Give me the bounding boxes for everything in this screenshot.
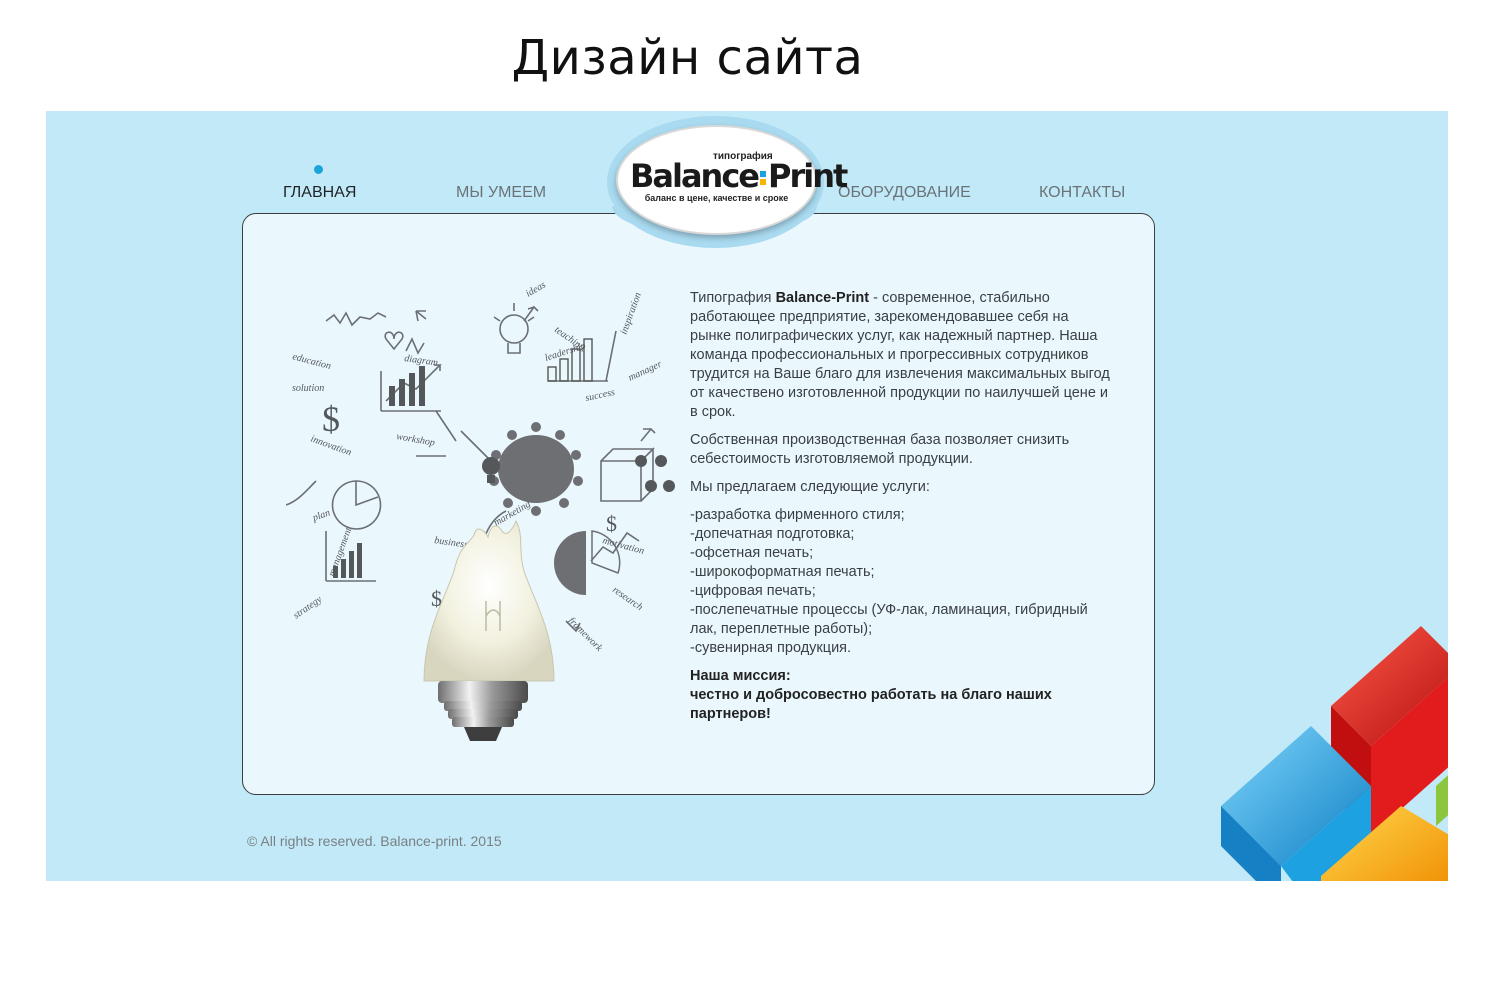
intro-rest: - современное, стабильно работающее пред…	[690, 290, 1110, 420]
mission-text: честно и добросовестно работать на благо…	[690, 687, 1052, 722]
list-item: -офсетная печать;	[690, 545, 814, 561]
heart-doodle	[384, 331, 404, 351]
logo-tagline: баланс в цене, качестве и сроке	[644, 193, 789, 203]
nav-item-services[interactable]: МЫ УМЕЕМ	[456, 184, 546, 202]
intro-prefix: Типография	[690, 290, 776, 306]
small-bulb-doodle	[499, 314, 529, 344]
wave-line-doodle	[325, 311, 387, 327]
doodle-word: diagram	[404, 353, 439, 369]
services-list: -разработка фирменного стиля; -допечатна…	[690, 506, 1110, 658]
list-item: -цифровая печать;	[690, 583, 816, 599]
doodle-word: strategy	[291, 594, 324, 622]
pie-chart-icon	[554, 531, 586, 595]
doodle-word: inspiration	[618, 291, 643, 336]
small-bulb-doodle	[482, 457, 500, 475]
mission: Наша миссия: честно и добросовестно рабо…	[690, 667, 1110, 724]
list-item: -послепечатные процессы (УФ-лак, ламинац…	[690, 602, 1088, 637]
people-circle-icon	[498, 435, 574, 503]
doodle-word: workshop	[395, 431, 435, 449]
offer-paragraph: Мы предлагаем следующие услуги:	[690, 479, 930, 495]
doodle-word: framework	[566, 615, 605, 654]
arrow-icon	[286, 480, 317, 506]
footer-copyright: © All rights reserved. Balance-print. 20…	[247, 833, 502, 849]
logo[interactable]: типография Balance Print баланс в цене, к…	[616, 125, 848, 235]
logo-color-squares-icon	[760, 169, 766, 187]
lightbulb-illustration: $ $ $ ideas teaching education diagram l…	[286, 281, 675, 741]
list-item: -разработка фирменного стиля;	[690, 507, 905, 523]
logo-brand-right: Print	[768, 157, 848, 195]
doodle-word: research	[610, 584, 644, 613]
active-nav-indicator	[314, 165, 323, 174]
intro-paragraph: Типография Balance-Print - современное, …	[690, 289, 1110, 422]
logo-brand-left: Balance	[630, 157, 760, 195]
doodle-word: ideas	[524, 281, 548, 300]
zigzag-doodle	[405, 337, 425, 355]
slide-title: Дизайн сайта	[511, 30, 864, 86]
lightbulb-icon	[423, 519, 555, 741]
logo-wordmark: Balance Print	[630, 157, 848, 195]
dollar-icon: $	[606, 511, 617, 536]
cubes-decoration	[1221, 626, 1448, 881]
nav-item-home[interactable]: ГЛАВНАЯ	[283, 184, 356, 202]
pie-chart-icon	[331, 480, 382, 530]
arrow-icon	[415, 310, 427, 322]
list-item: -допечатная подготовка;	[690, 526, 855, 542]
nav-item-equipment[interactable]: ОБОРУДОВАНИЕ	[838, 184, 971, 202]
doodle-word: success	[584, 387, 616, 404]
website-mockup: ГЛАВНАЯ МЫ УМЕЕМ ОБОРУДОВАНИЕ КОНТАКТЫ т…	[46, 111, 1448, 881]
about-text: Типография Balance-Print - современное, …	[690, 289, 1110, 733]
nav-item-contacts[interactable]: КОНТАКТЫ	[1039, 184, 1125, 202]
doodle-word: plan	[310, 507, 331, 524]
doodle-word: education	[291, 351, 332, 372]
doodle-word: manager	[627, 359, 664, 384]
intro-brand: Balance-Print	[775, 290, 870, 306]
list-item: -широкоформатная печать;	[690, 564, 875, 580]
dollar-icon: $	[322, 399, 340, 439]
list-item: -сувенирная продукция.	[690, 640, 852, 656]
arrow-icon	[640, 427, 656, 442]
mission-title: Наша миссия:	[690, 668, 791, 684]
doodle-word: solution	[292, 383, 324, 394]
base-paragraph: Собственная производственная база позвол…	[690, 432, 1070, 467]
